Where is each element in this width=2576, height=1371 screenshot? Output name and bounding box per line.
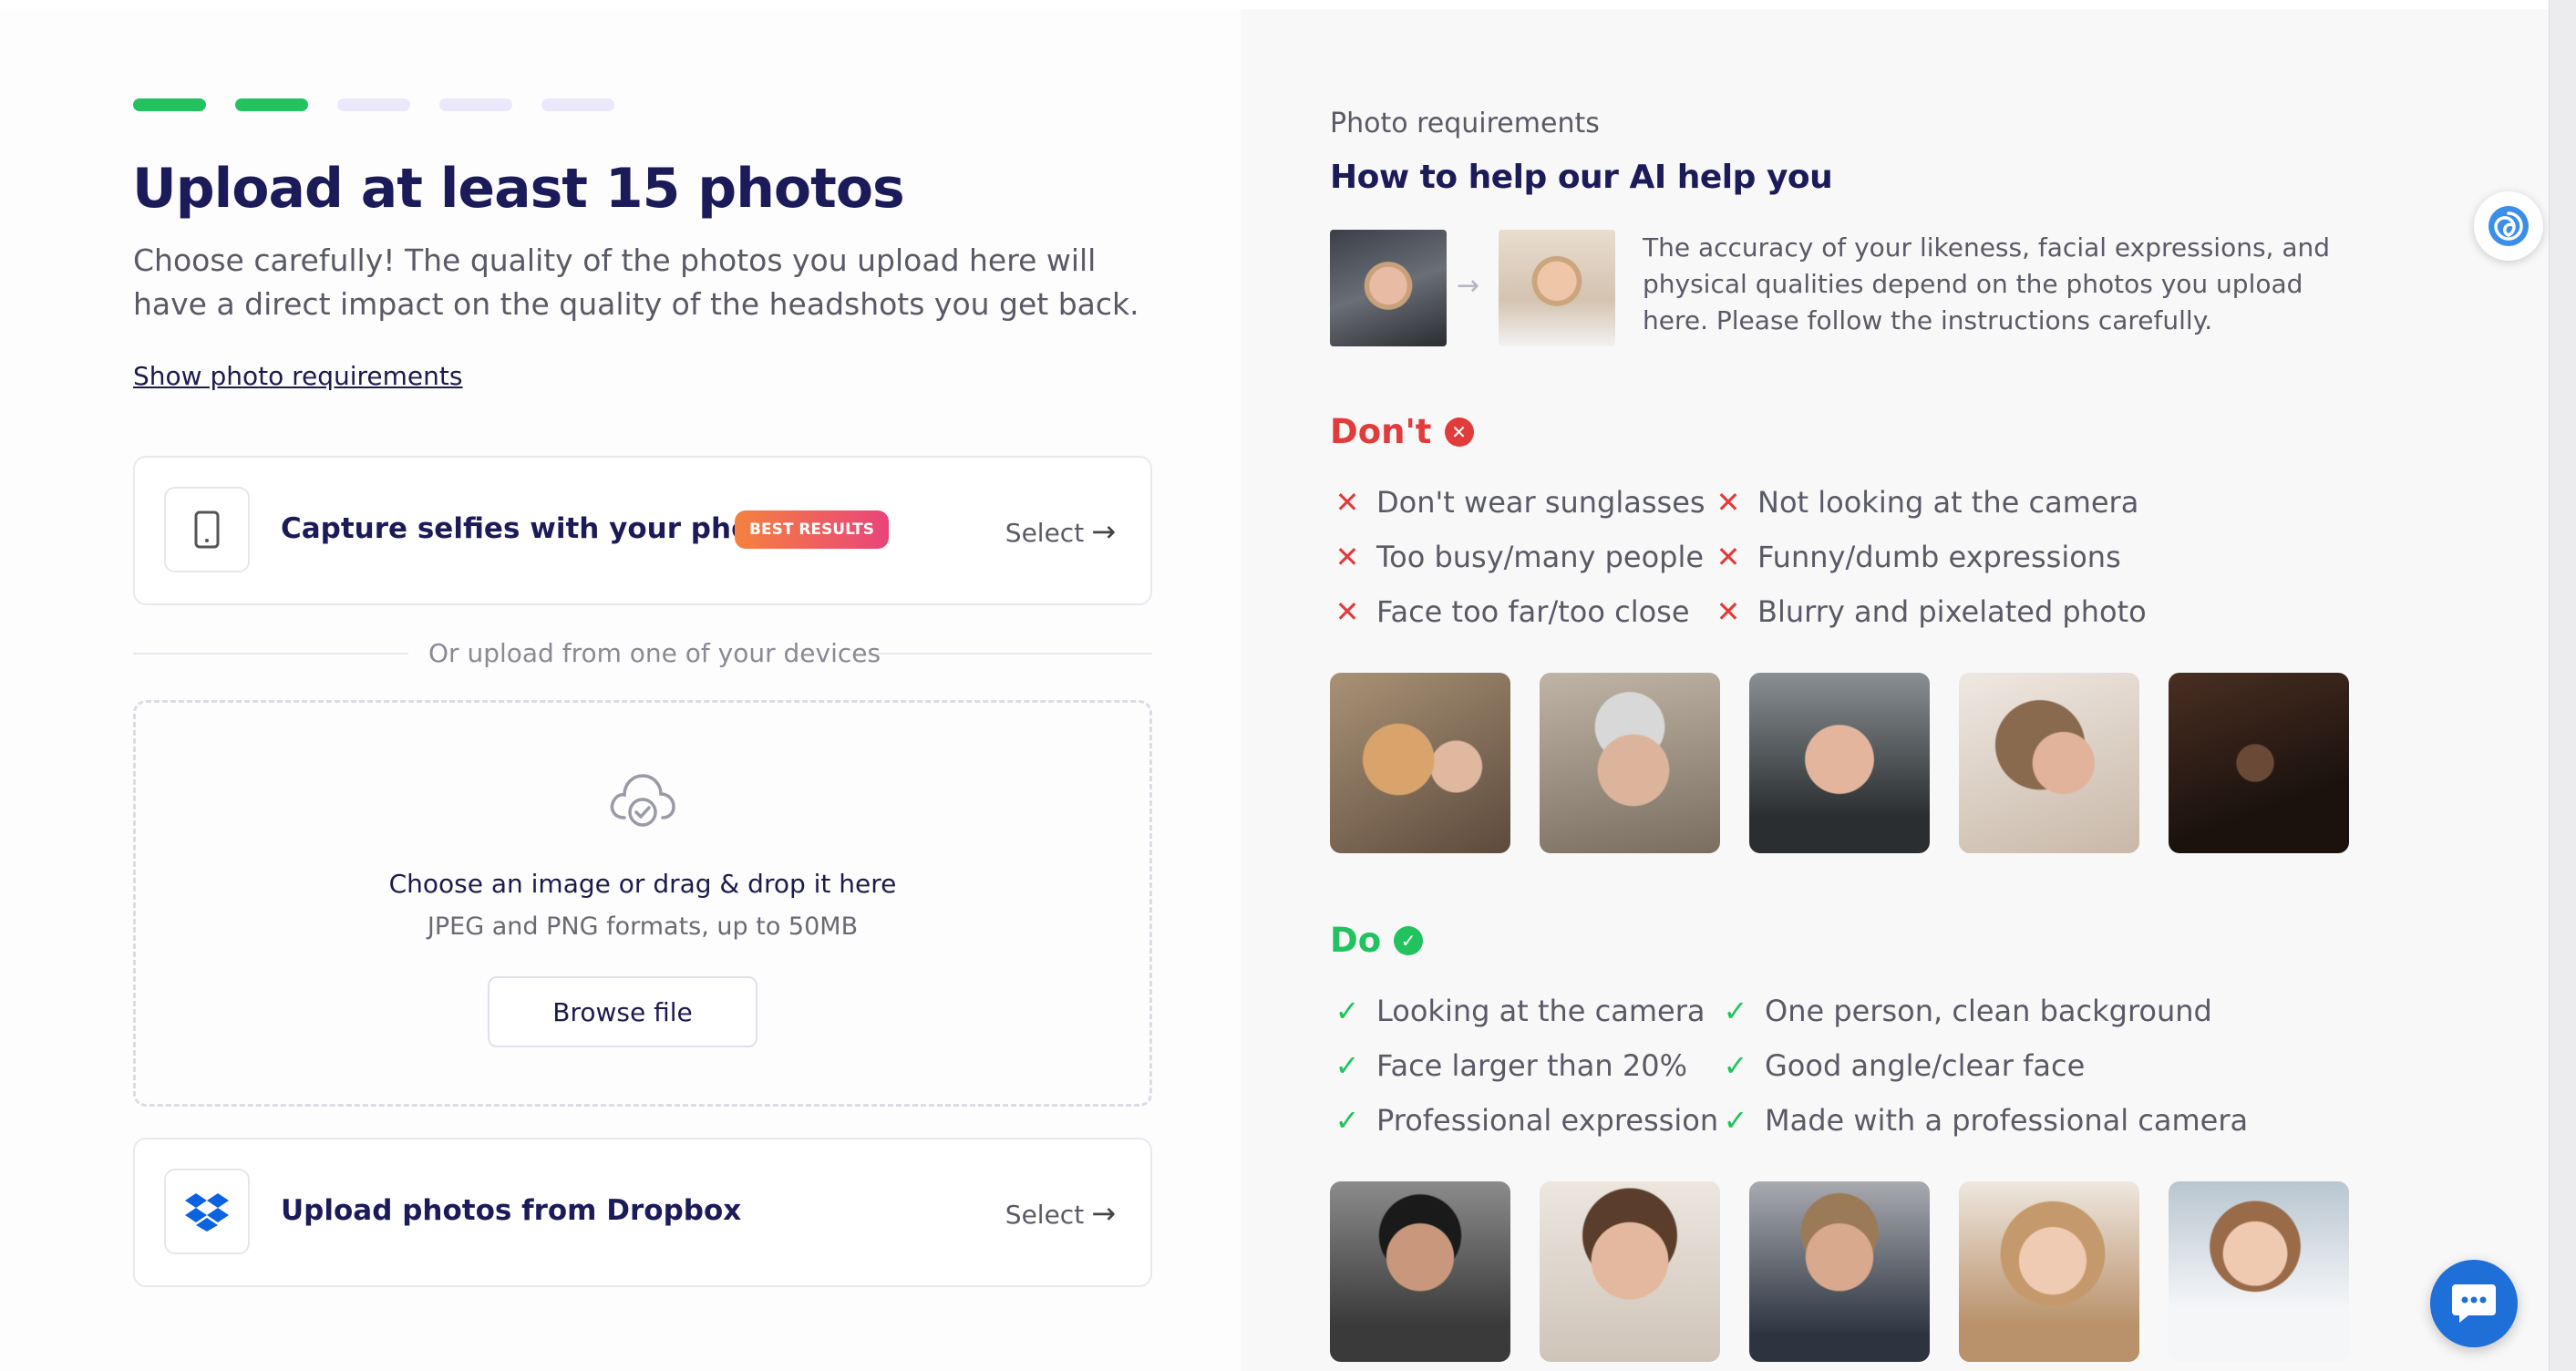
scrollbar[interactable] <box>2549 0 2576 1371</box>
best-results-badge: BEST RESULTS <box>735 510 889 549</box>
do-item-label: Professional expression <box>1376 1103 1719 1138</box>
bad-example-photo <box>1540 673 1720 853</box>
show-requirements-link[interactable]: Show photo requirements <box>133 361 462 391</box>
do-item: ✓ Made with a professional camera <box>1723 1103 2249 1138</box>
x-icon: ✕ <box>1716 594 1741 629</box>
capture-selfies-title: Capture selfies with your phone <box>281 512 790 545</box>
good-example-photo <box>2169 1181 2349 1362</box>
do-item: ✓ One person, clean background <box>1723 994 2212 1028</box>
bad-example-photo <box>2169 673 2349 853</box>
select-label: Select <box>1005 1200 1085 1230</box>
dont-item-label: Blurry and pixelated photo <box>1757 594 2147 629</box>
chat-bubble-icon <box>2452 1284 2496 1323</box>
check-icon: ✓ <box>1334 1103 1360 1138</box>
x-icon: ✕ <box>1716 485 1741 520</box>
dropzone-title: Choose an image or drag & drop it here <box>388 869 897 899</box>
capture-selfies-card[interactable]: Capture selfies with your phone BEST RES… <box>133 456 1152 605</box>
phone-icon <box>164 487 250 572</box>
progress-step-4 <box>439 98 512 111</box>
file-dropzone[interactable]: Choose an image or drag & drop it here J… <box>133 700 1152 1107</box>
cloud-upload-icon <box>606 765 679 838</box>
dropbox-title: Upload photos from Dropbox <box>281 1194 742 1227</box>
divider-line-left <box>133 653 408 655</box>
x-circle-icon: ✕ <box>1444 417 1474 447</box>
x-icon: ✕ <box>1716 540 1741 574</box>
do-item: ✓ Looking at the camera <box>1334 994 1705 1028</box>
dont-item: ✕ Funny/dumb expressions <box>1716 540 2121 574</box>
browse-file-button[interactable]: Browse file <box>488 976 757 1047</box>
divider-text: Or upload from one of your devices <box>428 638 881 668</box>
progress-step-5 <box>541 98 614 111</box>
check-icon: ✓ <box>1334 1048 1360 1083</box>
dropbox-card[interactable]: Upload photos from Dropbox Select → <box>133 1138 1152 1287</box>
check-icon: ✓ <box>1334 994 1360 1028</box>
dont-item: ✕ Too busy/many people <box>1334 540 1704 574</box>
good-example-photo <box>1749 1181 1930 1362</box>
x-icon: ✕ <box>1334 540 1360 574</box>
chat-support-button[interactable] <box>2430 1260 2518 1347</box>
x-icon: ✕ <box>1334 485 1360 520</box>
do-item-label: Good angle/clear face <box>1765 1048 2086 1083</box>
check-icon: ✓ <box>1723 1048 1748 1083</box>
do-item: ✓ Face larger than 20% <box>1334 1048 1687 1083</box>
do-item: ✓ Professional expression <box>1334 1103 1719 1138</box>
divider-line-right <box>877 653 1152 655</box>
check-circle-icon: ✓ <box>1394 925 1424 955</box>
dont-label: Don't <box>1330 412 1432 451</box>
progress-step-2 <box>235 98 308 111</box>
dont-item-label: Not looking at the camera <box>1757 485 2139 520</box>
select-label: Select <box>1005 518 1085 548</box>
dropbox-icon <box>164 1169 250 1254</box>
dont-item-label: Face too far/too close <box>1376 594 1690 629</box>
example-after-photo <box>1499 230 1615 346</box>
requirements-description: The accuracy of your likeness, facial ex… <box>1643 232 2331 335</box>
select-phone-button[interactable]: Select → <box>1005 514 1116 549</box>
bad-example-photo <box>1330 673 1510 853</box>
arrow-right-icon: → <box>1457 270 1480 302</box>
arrow-right-icon: → <box>1091 1196 1116 1231</box>
do-section-heading: Do ✓ <box>1330 921 1424 960</box>
spiral-assistant-icon[interactable] <box>2474 191 2543 261</box>
bad-example-photo <box>1959 673 2139 853</box>
dont-item-label: Too busy/many people <box>1376 540 1705 574</box>
do-item-label: Looking at the camera <box>1376 994 1705 1028</box>
example-before-photo <box>1330 230 1447 346</box>
progress-steps <box>133 98 614 111</box>
dont-item: ✕ Blurry and pixelated photo <box>1716 594 2147 629</box>
dont-section-heading: Don't ✕ <box>1330 412 1474 451</box>
do-item: ✓ Good angle/clear face <box>1723 1048 2086 1083</box>
do-item-label: Face larger than 20% <box>1376 1048 1687 1083</box>
check-icon: ✓ <box>1723 1103 1748 1138</box>
progress-step-1 <box>133 98 206 111</box>
page-description: Choose carefully! The quality of the pho… <box>133 242 1139 322</box>
good-example-photo <box>1330 1181 1510 1362</box>
dont-item-label: Don't wear sunglasses <box>1376 485 1705 520</box>
x-icon: ✕ <box>1334 594 1360 629</box>
do-item-label: One person, clean background <box>1765 994 2212 1028</box>
dont-item-label: Funny/dumb expressions <box>1757 540 2121 574</box>
requirements-title: How to help our AI help you <box>1330 159 1833 196</box>
dont-item: ✕ Face too far/too close <box>1334 594 1690 629</box>
check-icon: ✓ <box>1723 994 1748 1028</box>
good-example-photo <box>1540 1181 1720 1362</box>
requirements-pretitle: Photo requirements <box>1330 108 1600 139</box>
dropzone-subtitle: JPEG and PNG formats, up to 50MB <box>427 912 859 941</box>
progress-step-3 <box>337 98 410 111</box>
dont-item: ✕ Not looking at the camera <box>1716 485 2139 520</box>
dont-item: ✕ Don't wear sunglasses <box>1334 485 1705 520</box>
bad-example-photo <box>1749 673 1930 853</box>
page-title: Upload at least 15 photos <box>132 157 905 221</box>
good-example-photo <box>1959 1181 2139 1362</box>
arrow-right-icon: → <box>1091 514 1116 549</box>
do-item-label: Made with a professional camera <box>1765 1103 2249 1138</box>
select-dropbox-button[interactable]: Select → <box>1005 1196 1116 1231</box>
do-label: Do <box>1330 921 1382 960</box>
